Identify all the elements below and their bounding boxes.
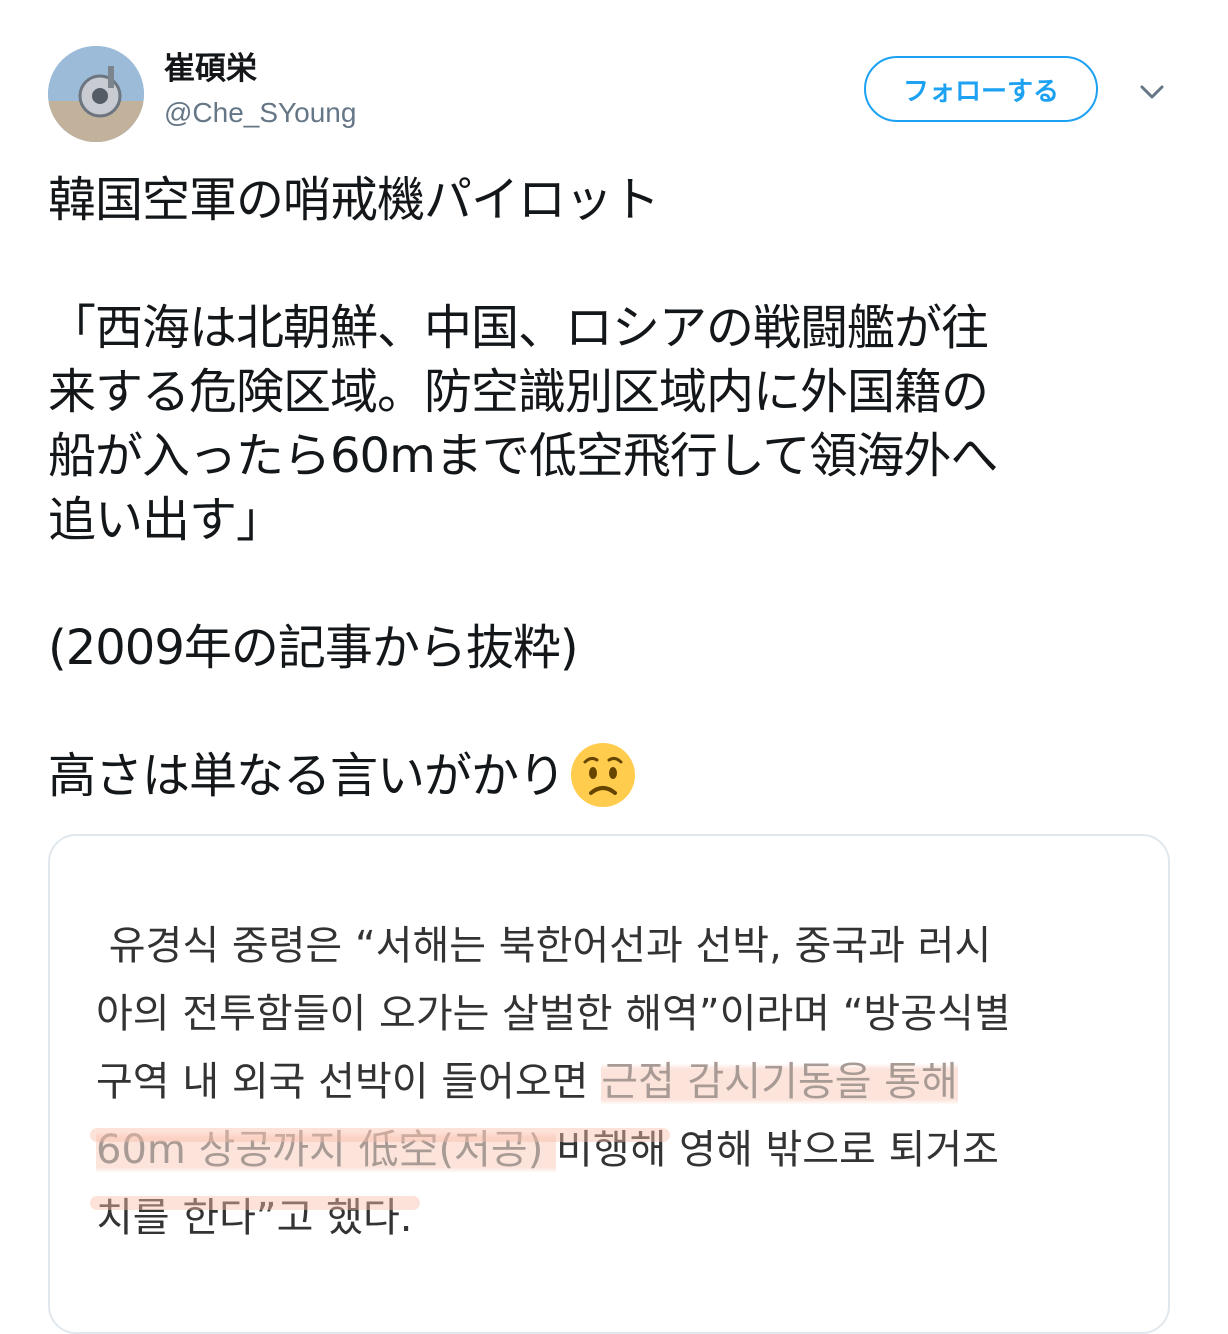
tweet-line: 韓国空軍の哨戒機パイロット	[48, 172, 660, 228]
tweet-header: 崔碩栄 @Che_SYoung フォローする	[0, 0, 1228, 150]
attached-image-card[interactable]: 유경식 중령은 “서해는 북한어선과 선박, 중국과 러시 아의 전투함들이 오…	[48, 834, 1170, 1334]
tweet-text: 韓国空軍の哨戒機パイロット 「西海は北朝鮮、中国、ロシアの戦闘艦が往 来する危険…	[48, 168, 1188, 809]
excerpt-line: 60m 상공까지 低空(저공) 비행해 영해 밖으로 퇴거조	[96, 1116, 1126, 1184]
tweet-quote-line: 追い出す」	[48, 492, 284, 548]
worried-face-emoji-icon	[571, 743, 636, 807]
tweet-quote-line: 船が入ったら60mまで低空飛行して領海外へ	[48, 428, 998, 484]
excerpt-text: 구역 내 외국 선박이 들어오면	[96, 1059, 602, 1105]
user-handle[interactable]: @Che_SYoung	[164, 96, 356, 130]
avatar[interactable]	[48, 46, 144, 142]
follow-button[interactable]: フォローする	[864, 56, 1098, 122]
tweet-last-text: 高さは単なる言いがかり	[48, 748, 566, 804]
tweet-last-line: 高さは単なる言いがかり	[48, 743, 1188, 809]
tweet-source-line: (2009年の記事から抜粋)	[48, 620, 579, 676]
tweet-quote-line: 来する危険区域。防空識別区域内に外国籍の	[48, 364, 989, 420]
excerpt-line: 유경식 중령은 “서해는 북한어선과 선박, 중국과 러시	[96, 912, 1126, 980]
tweet-quote-line: 「西海は北朝鮮、中国、ロシアの戦闘艦が往	[48, 300, 989, 356]
excerpt-text: 유경식 중령은 “서해는 북한어선과 선박, 중국과 러시	[108, 923, 992, 969]
avatar-image-icon	[48, 46, 144, 142]
excerpt-line: 아의 전투함들이 오가는 살벌한 해역”이라며 “방공식별	[96, 991, 1011, 1037]
highlight-stroke	[90, 1128, 670, 1142]
excerpt-line: 구역 내 외국 선박이 들어오면 근접 감시기동을 통해	[96, 1048, 1126, 1116]
chevron-down-icon[interactable]	[1134, 78, 1170, 106]
excerpt-line: 치를 한다”고 했다.	[96, 1195, 413, 1241]
display-name[interactable]: 崔碩栄	[164, 50, 257, 88]
highlighted-text: 근접 감시기동을 통해	[601, 1059, 958, 1105]
highlight-stroke	[90, 1196, 420, 1210]
